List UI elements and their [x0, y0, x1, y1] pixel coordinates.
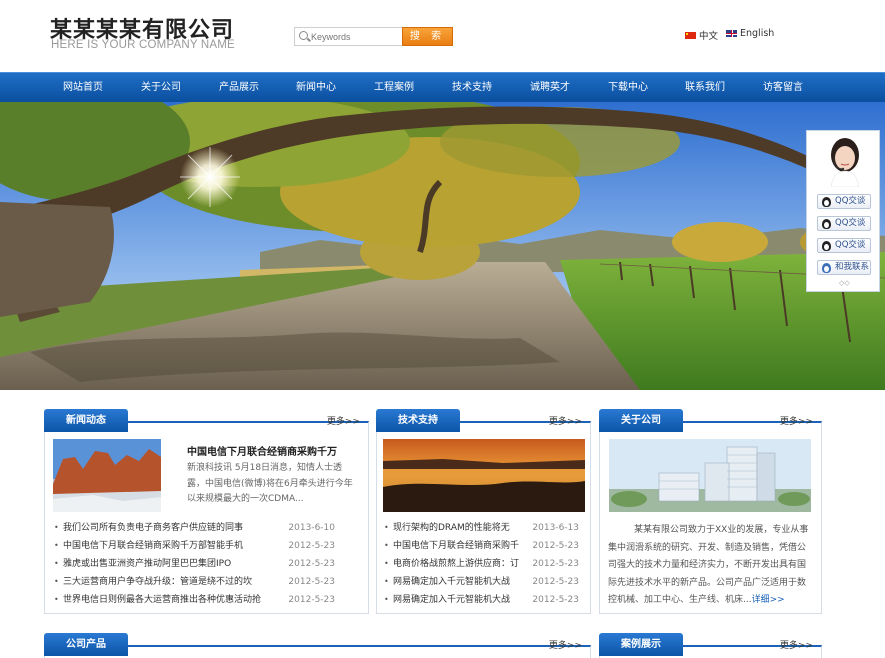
- list-item-title: 三大运营商用户争夺战升级：管道是绕不过的坎: [63, 577, 253, 587]
- list-item-date: 2012-5-23: [532, 559, 579, 569]
- list-item-title: 网易确定加入千元智能机大战: [393, 595, 511, 605]
- tech-list: 现行架构的DRAM的性能将无 2013-6-13 中国电信下月联合经销商采购千 20…: [383, 519, 579, 609]
- list-item[interactable]: 雅虎或出售亚洲资产推动阿里巴巴集团IPO 2012-5-23: [53, 555, 335, 573]
- contact-me-label: 和我联系: [835, 262, 870, 272]
- about-company-text: 某某有限公司致力于XX业的发展，专业从事集中润滑系统的研究、开发、制造及销售，凭…: [608, 522, 814, 610]
- cases-panel-title[interactable]: 案例展示: [599, 633, 683, 656]
- nav-item-support[interactable]: 技术支持: [437, 73, 507, 102]
- search-icon: [299, 31, 308, 40]
- list-item[interactable]: 网易确定加入千元智能机大战 2012-5-23: [383, 573, 579, 591]
- nav-item-home[interactable]: 网站首页: [48, 73, 118, 102]
- news-list: 我们公司所有负责电子商务客户供应链的同事 2013-6-10 中国电信下月联合经销…: [53, 519, 335, 609]
- list-item[interactable]: 电商价格战煎熬上游供应商：订 2012-5-23: [383, 555, 579, 573]
- cases-more-link[interactable]: 更多>>: [780, 638, 813, 651]
- qq-chat-button-3[interactable]: QQ交谈: [817, 238, 871, 253]
- company-building-image[interactable]: [609, 439, 811, 512]
- qq-chat-button-1[interactable]: QQ交谈: [817, 194, 871, 209]
- lang-chinese-label: 中文: [699, 31, 719, 42]
- products-panel: 公司产品 更多>>: [44, 633, 591, 658]
- tech-more-link[interactable]: 更多>>: [549, 414, 582, 427]
- qq-chat-label: QQ交谈: [835, 240, 866, 250]
- list-item-date: 2012-5-23: [532, 541, 579, 551]
- products-panel-title[interactable]: 公司产品: [44, 633, 128, 656]
- news-feature-summary: 新浪科技讯 5月18日消息，知情人士透露，中国电信(微博)将在6月牵头进行今年以…: [187, 463, 353, 504]
- news-panel-title[interactable]: 新闻动态: [44, 409, 128, 432]
- company-slogan: HERE IS YOUR COMPANY NAME: [51, 39, 235, 51]
- list-item-title: 中国电信下月联合经销商采购千万部智能手机: [63, 541, 244, 551]
- banner-landscape-image: [0, 102, 885, 390]
- about-company-summary: 某某有限公司致力于XX业的发展，专业从事集中润滑系统的研究、开发、制造及销售，凭…: [608, 525, 809, 605]
- list-item-date: 2012-5-23: [532, 595, 579, 605]
- tech-feature-image[interactable]: [383, 439, 585, 512]
- contact-me-button[interactable]: 和我联系: [817, 260, 871, 275]
- list-item-date: 2012-5-23: [532, 577, 579, 587]
- list-item[interactable]: 现行架构的DRAM的性能将无 2013-6-13: [383, 519, 579, 537]
- about-more-link[interactable]: 更多>>: [780, 414, 813, 427]
- about-panel: 关于公司 更多>> 某某有限公司致力于XX业的发展，专业从事集中润滑系统的研究、…: [599, 409, 822, 614]
- search-input[interactable]: [311, 29, 399, 44]
- list-item-title: 中国电信下月联合经销商采购千: [393, 541, 520, 551]
- list-item-title: 我们公司所有负责电子商务客户供应链的同事: [63, 523, 244, 533]
- about-detail-link[interactable]: 详细>>: [752, 595, 785, 605]
- nav-item-contact[interactable]: 联系我们: [670, 73, 740, 102]
- nav-item-jobs[interactable]: 诚聘英才: [515, 73, 585, 102]
- site-header: 某某某某有限公司 HERE IS YOUR COMPANY NAME 搜 索 中…: [0, 0, 885, 72]
- lang-english-link[interactable]: English: [726, 28, 774, 39]
- about-panel-title[interactable]: 关于公司: [599, 409, 683, 432]
- list-item[interactable]: 网易确定加入千元智能机大战 2012-5-23: [383, 591, 579, 609]
- hero-banner[interactable]: [0, 102, 885, 390]
- list-item-title: 现行架构的DRAM的性能将无: [393, 523, 510, 533]
- news-feature-image[interactable]: [53, 439, 161, 512]
- news-more-link[interactable]: 更多>>: [327, 414, 360, 427]
- qq-penguin-icon: [822, 197, 831, 207]
- list-item[interactable]: 世界电信日则例最各大运营商推出各种优惠活动抢 2012-5-23: [53, 591, 335, 609]
- list-item-date: 2012-5-23: [288, 559, 335, 569]
- list-item-date: 2012-5-23: [288, 577, 335, 587]
- qq-penguin-icon: [822, 219, 831, 229]
- nav-item-about[interactable]: 关于公司: [126, 73, 196, 102]
- nav-item-cases[interactable]: 工程案例: [359, 73, 429, 102]
- china-flag-icon: [685, 31, 696, 39]
- tech-support-panel: 技术支持 更多>> 现行架构的DRAM的性能将无 2013-6-13 中国电信下月…: [376, 409, 591, 614]
- qq-chat-label: QQ交谈: [835, 196, 866, 206]
- contact-icon: [822, 263, 831, 273]
- cases-panel: 案例展示 更多>>: [599, 633, 822, 658]
- online-service-panel: QQ交谈 QQ交谈 QQ交谈 和我联系 ◇◇: [806, 130, 880, 292]
- nav-item-news[interactable]: 新闻中心: [281, 73, 351, 102]
- list-item[interactable]: 我们公司所有负责电子商务客户供应链的同事 2013-6-10: [53, 519, 335, 537]
- support-agent-avatar: [830, 138, 860, 187]
- qq-chat-button-2[interactable]: QQ交谈: [817, 216, 871, 231]
- uk-flag-icon: [726, 30, 737, 37]
- lang-english-label: English: [740, 28, 775, 39]
- search-button[interactable]: 搜 索: [402, 27, 453, 46]
- list-item-title: 世界电信日则例最各大运营商推出各种优惠活动抢: [63, 595, 262, 605]
- list-item[interactable]: 中国电信下月联合经销商采购千万部智能手机 2012-5-23: [53, 537, 335, 555]
- nav-item-download[interactable]: 下载中心: [593, 73, 663, 102]
- news-panel: 新闻动态 更多>> 中国电信下月联合经销商采购千万 新浪科技讯 5月18日消息，…: [44, 409, 369, 614]
- list-item-title: 电商价格战煎熬上游供应商：订: [393, 559, 520, 569]
- tech-panel-title[interactable]: 技术支持: [376, 409, 460, 432]
- list-item-date: 2012-5-23: [288, 595, 335, 605]
- qq-penguin-icon: [822, 241, 831, 251]
- service-collapse-toggle[interactable]: ◇◇: [839, 279, 850, 287]
- list-item-title: 网易确定加入千元智能机大战: [393, 577, 511, 587]
- list-item-title: 雅虎或出售亚洲资产推动阿里巴巴集团IPO: [63, 559, 232, 569]
- list-item-date: 2012-5-23: [288, 541, 335, 551]
- products-more-link[interactable]: 更多>>: [549, 638, 582, 651]
- search-box[interactable]: [294, 27, 403, 46]
- list-item[interactable]: 三大运营商用户争夺战升级：管道是绕不过的坎 2012-5-23: [53, 573, 335, 591]
- list-item[interactable]: 中国电信下月联合经销商采购千 2012-5-23: [383, 537, 579, 555]
- qq-chat-label: QQ交谈: [835, 218, 866, 228]
- nav-item-guestbook[interactable]: 访客留言: [748, 73, 818, 102]
- lang-chinese-link[interactable]: 中文: [685, 28, 718, 42]
- list-item-date: 2013-6-10: [288, 523, 335, 533]
- nav-item-products[interactable]: 产品展示: [204, 73, 274, 102]
- news-feature-title[interactable]: 中国电信下月联合经销商采购千万: [187, 443, 337, 458]
- main-nav: 网站首页 关于公司 产品展示 新闻中心 工程案例 技术支持 诚聘英才 下载中心 …: [0, 72, 885, 102]
- list-item-date: 2013-6-13: [532, 523, 579, 533]
